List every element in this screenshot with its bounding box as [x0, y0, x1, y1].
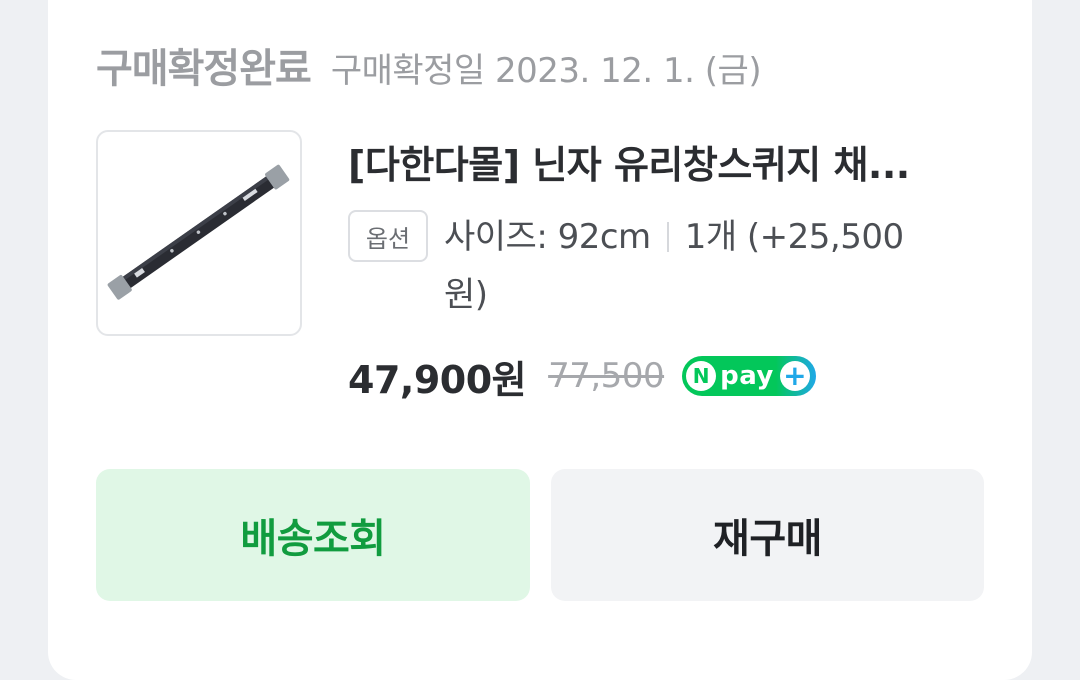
- option-divider: [666, 222, 669, 252]
- product-name[interactable]: [다한다몰] 닌자 유리창스퀴지 채...: [348, 134, 988, 189]
- npay-plus-badge: N pay +: [682, 356, 816, 396]
- npay-n-icon: N: [686, 361, 717, 391]
- original-price: 77,500: [548, 356, 665, 396]
- option-details: 사이즈: 92cm 1개 (+25,500원): [444, 208, 944, 324]
- squeegee-image: [107, 164, 290, 300]
- option-badge: 옵션: [348, 210, 428, 262]
- order-status-title: 구매확정완료: [96, 46, 312, 92]
- sale-price: 47,900원: [348, 357, 527, 402]
- option-size: 사이즈: 92cm: [444, 217, 651, 257]
- order-status-row: 구매확정완료 구매확정일 2023. 12. 1. (금): [96, 36, 762, 96]
- product-thumbnail[interactable]: [96, 130, 302, 336]
- purchase-confirm-date: 구매확정일 2023. 12. 1. (금): [330, 51, 762, 91]
- plus-icon: +: [779, 361, 810, 391]
- track-delivery-button[interactable]: 배송조회: [96, 469, 530, 601]
- npay-text: pay: [720, 361, 774, 391]
- rebuy-button[interactable]: 재구매: [551, 469, 984, 601]
- price-row: 47,900원 77,500 N pay +: [348, 348, 816, 404]
